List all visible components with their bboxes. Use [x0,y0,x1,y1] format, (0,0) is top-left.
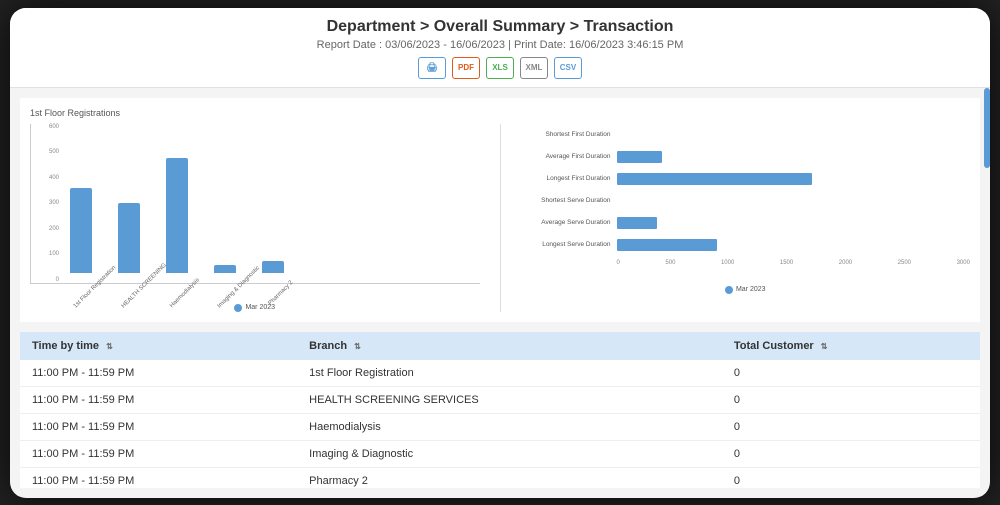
bar-3 [166,158,188,273]
left-chart-title: 1st Floor Registrations [30,108,970,118]
col-total[interactable]: Total Customer ⇅ [722,332,980,360]
cell-branch-1: 1st Floor Registration [297,360,722,387]
bar-group-1: 1st Floor Registration [61,188,101,283]
cell-total-3: 0 [722,413,980,440]
xml-button[interactable]: XML [520,57,548,79]
data-table: Time by time ⇅ Branch ⇅ Total Customer ⇅ [20,332,980,488]
col-total-label: Total Customer [734,340,814,352]
h-bar-group-1: Shortest First Duration [521,129,971,141]
left-chart-container: 600 500 400 300 200 100 0 1st Floor Regi… [30,124,480,312]
cell-total-4: 0 [722,440,980,467]
h-bar-label-6: Longest Serve Duration [521,241,611,248]
cell-time-5: 11:00 PM - 11:59 PM [20,467,297,488]
h-bar-group-5: Average Serve Duration [521,217,971,229]
legend-dot [234,304,242,312]
cell-time-1: 11:00 PM - 11:59 PM [20,360,297,387]
col-time[interactable]: Time by time ⇅ [20,332,297,360]
bar-chart: 600 500 400 300 200 100 0 1st Floor Regi… [30,124,480,284]
bar-2 [118,203,140,273]
h-bar-group-2: Average First Duration [521,151,971,163]
table-row: 11:00 PM - 11:59 PM Imaging & Diagnostic… [20,440,980,467]
table-section: Time by time ⇅ Branch ⇅ Total Customer ⇅ [20,332,980,488]
bar-group-5: Pharmacy 2 [253,261,293,283]
table-header-row: Time by time ⇅ Branch ⇅ Total Customer ⇅ [20,332,980,360]
sort-icon-total[interactable]: ⇅ [821,342,828,351]
xls-button[interactable]: XLS [486,57,514,79]
right-legend-label: Mar 2023 [736,286,766,293]
cell-total-2: 0 [722,386,980,413]
device-frame: Department > Overall Summary > Transacti… [10,8,990,498]
table-row: 11:00 PM - 11:59 PM Haemodialysis 0 [20,413,980,440]
h-bar-1 [617,129,618,141]
cell-time-2: 11:00 PM - 11:59 PM [20,386,297,413]
cell-branch-2: HEALTH SCREENING SERVICES [297,386,722,413]
toolbar: 🖨 PDF XLS XML CSV [10,57,990,79]
content-area: Department > Overall Summary > Transacti… [10,8,990,498]
bar-4 [214,265,236,273]
h-bar-label-1: Shortest First Duration [521,131,611,138]
table-row: 11:00 PM - 11:59 PM Pharmacy 2 0 [20,467,980,488]
h-bar-4 [617,195,618,207]
h-bar-chart: Shortest First Duration Average First Du… [521,124,971,256]
h-bar-5 [617,217,657,229]
cell-branch-4: Imaging & Diagnostic [297,440,722,467]
pdf-button[interactable]: PDF [452,57,480,79]
cell-time-3: 11:00 PM - 11:59 PM [20,413,297,440]
cell-total-5: 0 [722,467,980,488]
csv-button[interactable]: CSV [554,57,582,79]
col-branch[interactable]: Branch ⇅ [297,332,722,360]
col-branch-label: Branch [309,340,347,352]
table-row: 11:00 PM - 11:59 PM 1st Floor Registrati… [20,360,980,387]
bar-1 [70,188,92,273]
cell-branch-5: Pharmacy 2 [297,467,722,488]
h-bar-3 [617,173,812,185]
h-bar-label-3: Longest First Duration [521,175,611,182]
table-row: 11:00 PM - 11:59 PM HEALTH SCREENING SER… [20,386,980,413]
h-bar-group-6: Longest Serve Duration [521,239,971,251]
bar-group-4: Imaging & Diagnostic [205,265,245,283]
h-bar-label-4: Shortest Serve Duration [521,197,611,204]
sort-icon-branch[interactable]: ⇅ [354,342,361,351]
table-body: 11:00 PM - 11:59 PM 1st Floor Registrati… [20,360,980,488]
h-bar-2 [617,151,662,163]
page-header: Department > Overall Summary > Transacti… [10,8,990,88]
right-chart-legend: Mar 2023 [521,286,971,294]
h-bar-group-3: Longest First Duration [521,173,971,185]
left-chart-legend: Mar 2023 [30,304,480,312]
sort-icon-time[interactable]: ⇅ [106,342,113,351]
cell-time-4: 11:00 PM - 11:59 PM [20,440,297,467]
h-x-axis: 0 500 1000 1500 2000 2500 3000 [521,260,971,266]
charts-section: 1st Floor Registrations 600 500 400 300 … [20,98,980,322]
bar-5 [262,261,284,273]
report-subtitle: Report Date : 03/06/2023 - 16/06/2023 | … [10,39,990,51]
right-legend-dot [725,286,733,294]
right-chart-container: Shortest First Duration Average First Du… [521,124,971,312]
col-time-label: Time by time [32,340,99,352]
scroll-indicator[interactable] [984,88,990,168]
table-head: Time by time ⇅ Branch ⇅ Total Customer ⇅ [20,332,980,360]
cell-total-1: 0 [722,360,980,387]
cell-branch-3: Haemodialysis [297,413,722,440]
print-button[interactable]: 🖨 [418,57,446,79]
h-bar-label-2: Average First Duration [521,153,611,160]
chart-divider [500,124,501,312]
h-bar-group-4: Shortest Serve Duration [521,195,971,207]
charts-row: 600 500 400 300 200 100 0 1st Floor Regi… [30,124,970,312]
page-title: Department > Overall Summary > Transacti… [10,18,990,36]
h-bar-6 [617,239,717,251]
y-axis: 600 500 400 300 200 100 0 [31,124,59,283]
h-bar-label-5: Average Serve Duration [521,219,611,226]
